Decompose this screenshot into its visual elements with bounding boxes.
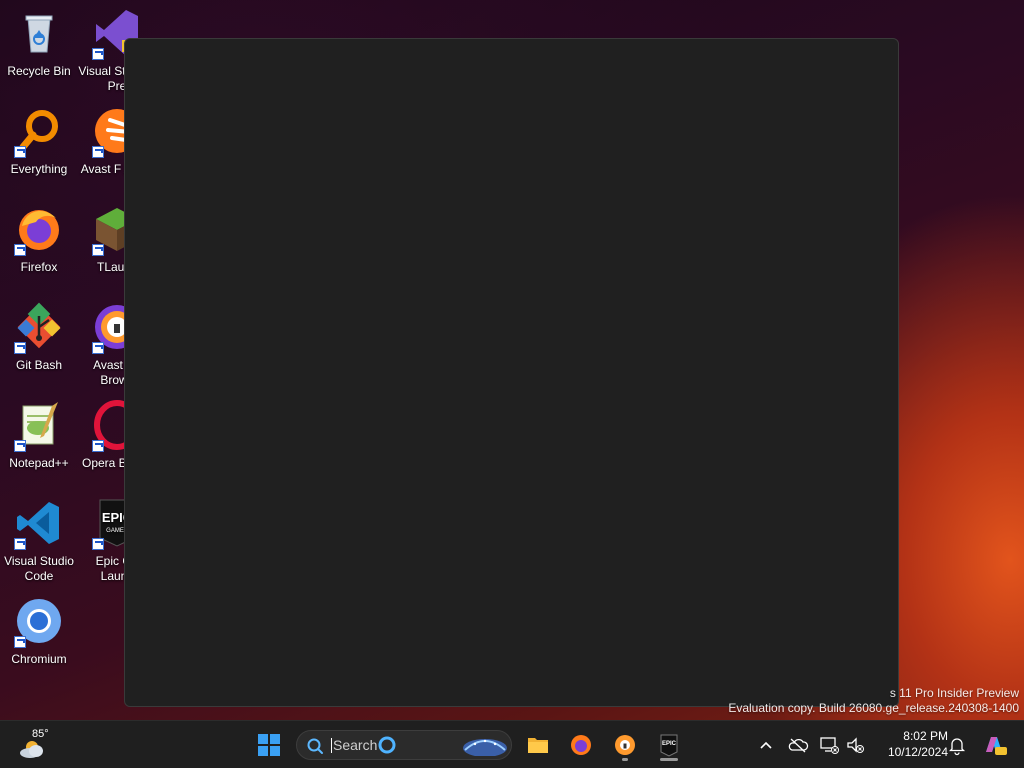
notepad-plus-plus-icon xyxy=(14,400,64,452)
onedrive-tray-button[interactable] xyxy=(787,734,809,756)
shortcut-arrow-icon xyxy=(14,538,26,550)
desktop-icon-label: Everything xyxy=(10,162,68,176)
shortcut-arrow-icon xyxy=(92,244,104,256)
weather-temperature: 85° xyxy=(32,728,49,740)
windows-logo-icon xyxy=(258,734,280,756)
watermark-line-1: s 11 Pro Insider Preview xyxy=(889,686,1019,700)
git-bash-icon xyxy=(14,302,64,354)
notifications-button[interactable] xyxy=(946,734,968,756)
desktop-icon-label: Git Bash xyxy=(15,358,63,372)
epic-games-icon: EPIC xyxy=(660,734,678,757)
cloud-offline-icon xyxy=(788,738,809,753)
taskbar-firefox[interactable] xyxy=(563,727,599,763)
desktop-icon-label: Chromium xyxy=(11,652,67,666)
clock-date: 10/12/2024 xyxy=(887,745,948,759)
taskbar-file-explorer[interactable] xyxy=(520,727,556,763)
taskbar-avast-secure-browser[interactable] xyxy=(607,727,643,763)
shortcut-arrow-icon xyxy=(14,244,26,256)
desktop-icon-everything[interactable]: Everything xyxy=(0,106,78,177)
firefox-icon xyxy=(571,735,591,755)
desktop-icon-git-bash[interactable]: Git Bash xyxy=(0,302,78,373)
copilot-button[interactable] xyxy=(981,732,1007,758)
search-highlight-image-icon xyxy=(463,739,507,756)
windows-watermark: s 11 Pro Insider Preview Evaluation copy… xyxy=(728,686,1019,716)
speaker-muted-icon xyxy=(847,737,864,753)
desktop-icon-chromium[interactable]: Chromium xyxy=(0,596,78,667)
shortcut-arrow-icon xyxy=(92,146,104,158)
shortcut-arrow-icon xyxy=(14,636,26,648)
shortcut-arrow-icon xyxy=(92,440,104,452)
shortcut-arrow-icon xyxy=(92,538,104,550)
running-indicator xyxy=(622,758,628,761)
firefox-icon xyxy=(14,204,64,256)
shortcut-arrow-icon xyxy=(92,48,104,60)
shortcut-arrow-icon xyxy=(14,146,26,158)
desktop-icon-recycle-bin[interactable]: Recycle Bin xyxy=(0,8,78,79)
desktop-icon-vscode[interactable]: Visual Studio Code xyxy=(0,498,78,584)
svg-text:EPIC: EPIC xyxy=(662,741,677,747)
watermark-line-2: Evaluation copy. Build 26080.ge_release.… xyxy=(728,701,1019,715)
taskbar: 85° Search EPIC 8:02 PM 10/12/2024 xyxy=(0,720,1024,768)
start-button[interactable] xyxy=(251,727,287,763)
shortcut-arrow-icon xyxy=(14,342,26,354)
desktop-icon-label: Notepad++ xyxy=(9,456,69,470)
desktop-icon-label: Recycle Bin xyxy=(7,64,71,78)
desktop-icon-notepad-plus-plus[interactable]: Notepad++ xyxy=(0,400,78,471)
vscode-icon xyxy=(14,498,64,550)
clock-time: 8:02 PM xyxy=(903,729,948,743)
desktop-icon-firefox[interactable]: Firefox xyxy=(0,204,78,275)
bell-icon xyxy=(948,738,966,756)
chromium-icon xyxy=(14,596,64,648)
desktop-icon-label: Visual Studio Code xyxy=(4,554,74,583)
folder-icon xyxy=(528,738,548,753)
shortcut-arrow-icon xyxy=(92,342,104,354)
everything-search-icon xyxy=(14,106,64,158)
blank-app-window[interactable] xyxy=(124,38,899,707)
network-tray-button[interactable] xyxy=(818,734,840,756)
avast-secure-browser-icon xyxy=(615,735,635,755)
cortana-circle-icon xyxy=(378,736,396,754)
search-icon xyxy=(307,738,323,754)
recycle-bin-icon xyxy=(14,8,64,58)
taskbar-search-box[interactable]: Search xyxy=(296,730,512,760)
network-disconnected-icon xyxy=(820,737,839,754)
taskbar-epic-games[interactable]: EPIC xyxy=(651,727,687,763)
active-app-indicator xyxy=(660,758,678,761)
weather-widget[interactable]: 85° xyxy=(18,727,58,763)
volume-tray-button[interactable] xyxy=(845,734,867,756)
taskbar-clock[interactable]: 8:02 PM 10/12/2024 xyxy=(872,728,948,760)
show-hidden-icons-button[interactable] xyxy=(755,734,777,756)
search-placeholder: Search xyxy=(331,737,378,753)
desktop-icon-label: Firefox xyxy=(20,260,58,274)
chevron-up-icon xyxy=(760,741,772,749)
shortcut-arrow-icon xyxy=(14,440,26,452)
copilot-icon xyxy=(986,737,1007,755)
